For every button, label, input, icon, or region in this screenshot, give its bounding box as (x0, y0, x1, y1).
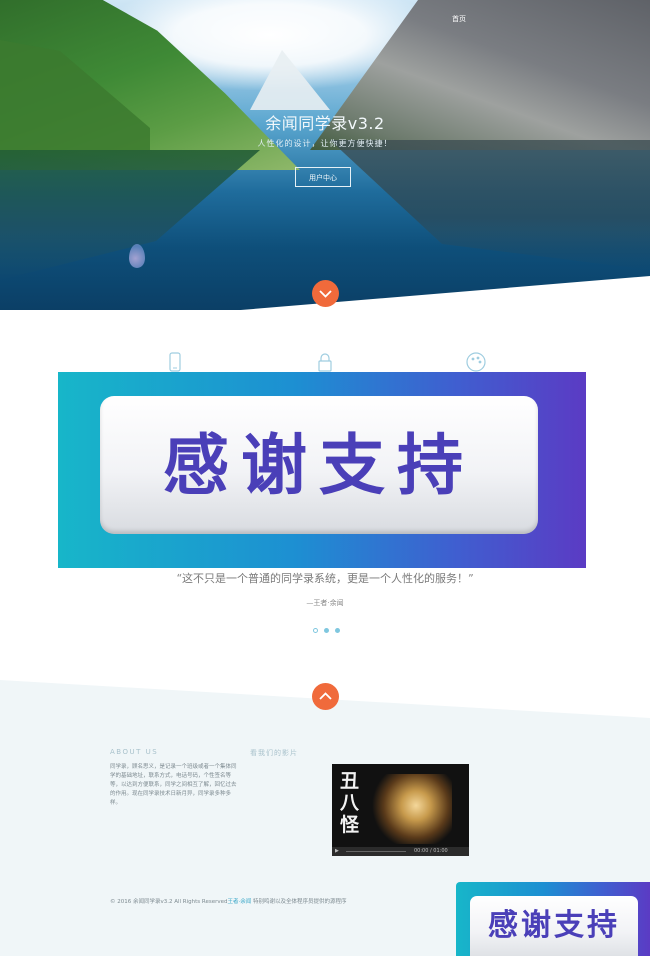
scroll-down-button[interactable] (312, 280, 339, 307)
thanks-banner-card: 感谢支持 (100, 396, 538, 534)
video-controls: ▶ 00:00 / 01:00 (332, 847, 469, 856)
video-time: 00:00 / 01:00 (414, 848, 448, 854)
water-drop-decoration (129, 244, 145, 268)
lock-icon (314, 351, 336, 373)
testimonial-quote: “这不只是一个普通的同学录系统，更是一个人性化的服务！” (176, 572, 474, 585)
chevron-down-icon (319, 290, 332, 298)
hero-subtitle: 人性化的设计，让你更方便快捷！ (257, 139, 393, 148)
carousel-dots (310, 618, 343, 637)
carousel-dot-1[interactable] (313, 628, 318, 633)
nav-home-link[interactable]: 首页 (452, 14, 466, 24)
thanks-banner: 感谢支持 (58, 372, 586, 568)
copyright-prefix: © 2016 余闻同学录v3.2 All Rights Reserved (110, 899, 228, 905)
user-center-button[interactable]: 用户中心 (295, 167, 351, 187)
thanks-badge: 感谢支持 (456, 882, 650, 956)
video-heading: 看我们的影片 (250, 749, 298, 757)
about-text: 同学录，顾名思义，是记录一个班级或者一个集体同学的基础地址，联系方式，电话号码，… (110, 764, 237, 806)
video-title: 丑八怪 (340, 770, 360, 836)
about-heading: ABOUT US (110, 748, 159, 756)
palette-icon (465, 351, 487, 373)
copyright-author-link[interactable]: 王者·余闻 (228, 899, 252, 905)
thanks-banner-text: 感谢支持 (163, 427, 475, 504)
hero-title: 余闻同学录v3.2 (265, 114, 385, 133)
copyright: © 2016 余闻同学录v3.2 All Rights Reserved王者·余… (110, 897, 347, 905)
video-frame (372, 774, 452, 844)
video-player[interactable]: 丑八怪 ▶ 00:00 / 01:00 (332, 764, 469, 856)
scroll-up-button[interactable] (312, 683, 339, 710)
video-progress-bar[interactable] (346, 851, 406, 852)
thanks-badge-text: 感谢支持 (488, 908, 620, 943)
chevron-up-icon (319, 692, 332, 700)
play-icon[interactable]: ▶ (335, 847, 339, 856)
hero-section (0, 0, 650, 310)
thanks-badge-card: 感谢支持 (470, 896, 638, 956)
phone-icon (164, 351, 186, 373)
testimonial-author: —王者·余闻 (306, 599, 344, 607)
copyright-suffix: 特别鸣谢以及全体程序员提供的源程序 (251, 899, 347, 905)
hero-reflection-right (330, 140, 650, 270)
carousel-dot-3[interactable] (335, 628, 340, 633)
carousel-dot-2[interactable] (324, 628, 329, 633)
